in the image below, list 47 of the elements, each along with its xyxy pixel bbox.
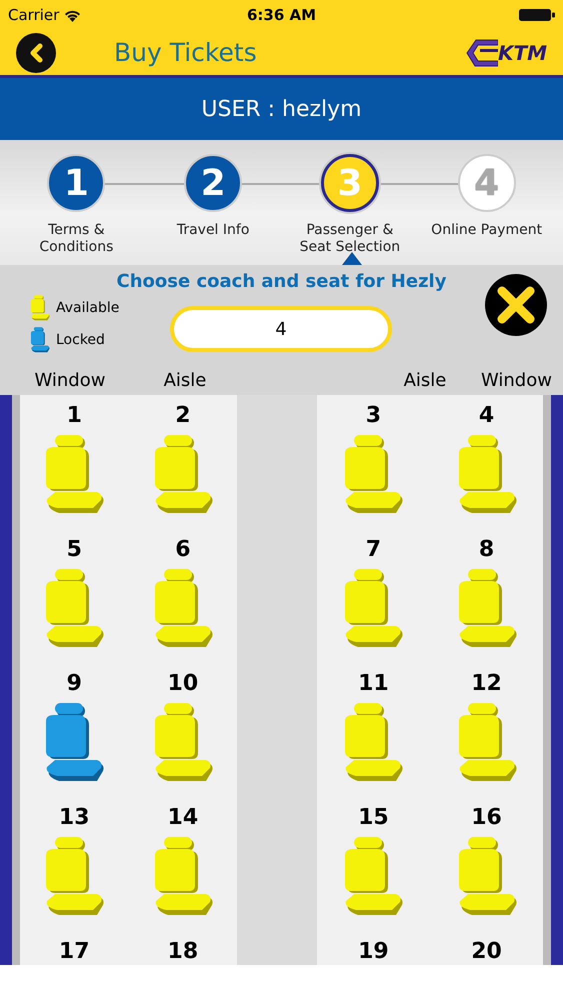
- seat-number: 5: [66, 537, 82, 563]
- legend-label: Locked: [56, 332, 105, 348]
- seat-number: 3: [366, 403, 382, 429]
- step-label: Online Payment: [431, 222, 542, 239]
- user-label: USER : hezlym: [201, 96, 362, 122]
- seat-number: 12: [471, 671, 502, 697]
- seat-icon[interactable]: [30, 327, 50, 353]
- step-label: Travel Info: [176, 222, 250, 239]
- seat-number: 6: [175, 537, 190, 563]
- column-header: Aisle: [162, 370, 208, 391]
- seat-number: 11: [358, 671, 389, 697]
- seat-number: 17: [58, 939, 90, 965]
- seat-number: 4: [478, 403, 494, 429]
- seat-number: 1: [66, 403, 82, 429]
- step-circle[interactable]: 1: [47, 154, 106, 212]
- seat-number: 19: [358, 939, 389, 965]
- back-icon: [28, 42, 44, 62]
- seat-number: 10: [168, 671, 198, 697]
- legend-label: Available: [56, 300, 120, 316]
- step-label: Terms & Conditions: [39, 222, 114, 256]
- column-header: Window: [34, 370, 106, 391]
- seat-icon[interactable]: [43, 703, 106, 783]
- seat-number: 15: [358, 805, 389, 831]
- column-header: Aisle: [402, 370, 448, 391]
- seat-number: 9: [66, 671, 82, 697]
- carrier-label: Carrier: [8, 6, 60, 24]
- status-time: 6:36 AM: [246, 6, 316, 24]
- wifi-icon: [64, 8, 82, 22]
- page-title: Buy Tickets: [114, 38, 258, 67]
- seat-number: 2: [175, 403, 190, 429]
- seat-number: 18: [168, 939, 198, 965]
- battery-icon: [519, 9, 555, 21]
- seat-number: 13: [58, 805, 90, 831]
- back-button[interactable]: [16, 32, 56, 72]
- logo-stripes-icon: [466, 38, 498, 68]
- logo-text: KTM: [498, 40, 547, 64]
- step-label: Passenger & Seat Selection: [300, 222, 400, 256]
- close-icon: [496, 285, 536, 325]
- column-header: Window: [480, 370, 553, 391]
- step-circle[interactable]: 2: [184, 154, 242, 212]
- seat-number: 16: [471, 805, 502, 831]
- panel-title: Choose coach and seat for Hezly: [116, 270, 448, 292]
- seat-number: 14: [168, 805, 198, 831]
- seat-number: 7: [366, 537, 382, 563]
- coach-field[interactable]: 4: [170, 306, 392, 352]
- seat-number: 20: [471, 939, 502, 965]
- seat-number: 8: [478, 537, 494, 563]
